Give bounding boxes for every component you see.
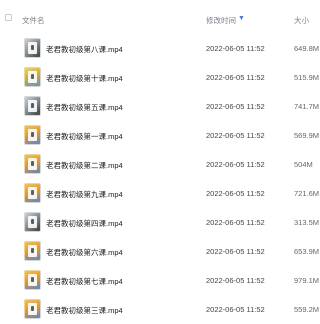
video-thumbnail-icon [24,67,41,87]
video-thumbnail-icon [24,299,41,319]
file-row[interactable]: 老君教初级第七课.mp4 2022-06-05 11:52 979.1M [0,266,320,295]
file-size: 649.8M [294,44,320,53]
video-thumbnail-icon [24,96,41,116]
file-row[interactable]: 老君教初级第一课.mp4 2022-06-05 11:52 569.9M [0,121,320,150]
file-modified-time: 2022-06-05 11:52 [206,218,265,227]
video-thumbnail-icon [24,125,41,145]
file-modified-time: 2022-06-05 11:52 [206,73,265,82]
file-name[interactable]: 老君教初级第二课.mp4 [46,160,123,171]
file-row[interactable]: 老君教初级第三课.mp4 2022-06-05 11:52 559.2M [0,295,320,324]
file-size: 569.9M [294,131,320,140]
file-name[interactable]: 老君教初级第七课.mp4 [46,276,123,287]
file-size: 559.2M [294,305,320,314]
file-name[interactable]: 老君教初级第三课.mp4 [46,305,123,316]
file-name[interactable]: 老君教初级第八课.mp4 [46,44,123,55]
file-size: 504M [294,160,313,169]
file-modified-time: 2022-06-05 11:52 [206,305,265,314]
file-size: 741.7M [294,102,320,111]
file-modified-time: 2022-06-05 11:52 [206,131,265,140]
file-size: 721.6M [294,189,320,198]
file-size: 313.5M [294,218,320,227]
file-modified-time: 2022-06-05 11:52 [206,160,265,169]
video-thumbnail-icon [24,241,41,261]
sort-desc-icon[interactable]: ▼ [238,15,245,22]
column-header-time[interactable]: 修改时间 [206,15,236,26]
file-row[interactable]: 老君教初级第四课.mp4 2022-06-05 11:52 313.5M [0,208,320,237]
select-all-checkbox[interactable] [5,14,12,21]
video-thumbnail-icon [24,183,41,203]
file-name[interactable]: 老君教初级第六课.mp4 [46,247,123,258]
file-size: 979.1M [294,276,320,285]
file-row[interactable]: 老君教初级第十课.mp4 2022-06-05 11:52 515.9M [0,63,320,92]
file-row[interactable]: 老君教初级第八课.mp4 2022-06-05 11:52 649.8M [0,34,320,63]
file-name[interactable]: 老君教初级第九课.mp4 [46,189,123,200]
video-thumbnail-icon [24,154,41,174]
video-thumbnail-icon [24,38,41,58]
file-modified-time: 2022-06-05 11:52 [206,276,265,285]
file-modified-time: 2022-06-05 11:52 [206,189,265,198]
file-row[interactable]: 老君教初级第五课.mp4 2022-06-05 11:52 741.7M [0,92,320,121]
file-modified-time: 2022-06-05 11:52 [206,102,265,111]
video-thumbnail-icon [24,270,41,290]
file-row[interactable]: 老君教初级第九课.mp4 2022-06-05 11:52 721.6M [0,179,320,208]
column-header-size[interactable]: 大小 [294,15,309,26]
video-thumbnail-icon [24,212,41,232]
file-name[interactable]: 老君教初级第四课.mp4 [46,218,123,229]
breadcrumb [0,0,320,5]
file-size: 515.9M [294,73,320,82]
file-row[interactable]: 老君教初级第二课.mp4 2022-06-05 11:52 504M [0,150,320,179]
file-name[interactable]: 老君教初级第一课.mp4 [46,131,123,142]
file-size: 653.9M [294,247,320,256]
file-modified-time: 2022-06-05 11:52 [206,44,265,53]
file-name[interactable]: 老君教初级第五课.mp4 [46,102,123,113]
file-modified-time: 2022-06-05 11:52 [206,247,265,256]
column-header-name[interactable]: 文件名 [22,15,45,26]
file-row[interactable]: 老君教初级第六课.mp4 2022-06-05 11:52 653.9M [0,237,320,266]
file-list-header: 文件名 修改时间 ▼ 大小 [0,8,320,30]
file-name[interactable]: 老君教初级第十课.mp4 [46,73,123,84]
